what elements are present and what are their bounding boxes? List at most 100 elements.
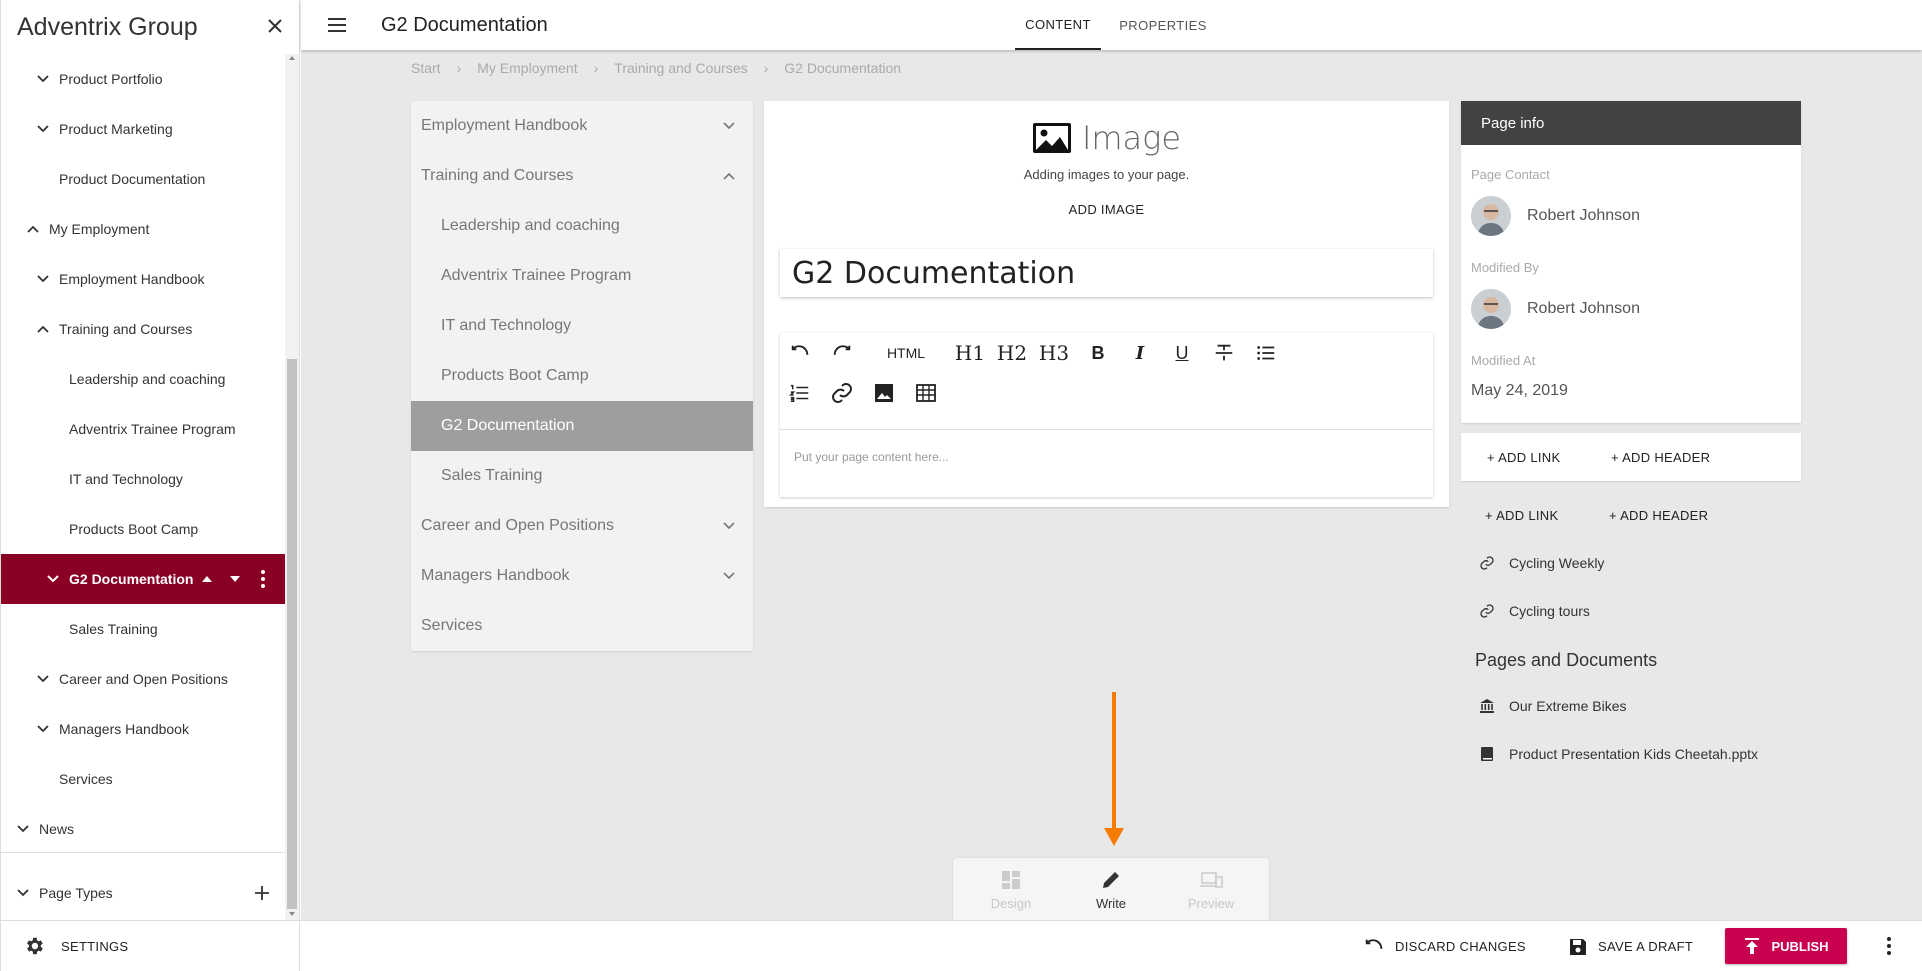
link-item-cycling-weekly[interactable]: Cycling Weekly <box>1479 555 1604 571</box>
tree-item-managers-handbook[interactable]: Managers Handbook <box>1 704 285 754</box>
publish-button[interactable]: PUBLISH <box>1725 928 1847 964</box>
strikethrough-button[interactable] <box>1204 333 1244 373</box>
scroll-down-icon[interactable] <box>288 910 296 918</box>
tree-item-training-and-courses[interactable]: Training and Courses <box>1 304 285 354</box>
tree-item-leadership[interactable]: Leadership and coaching <box>1 354 285 404</box>
nav-item-it-technology[interactable]: IT and Technology <box>411 301 753 351</box>
table-button[interactable] <box>906 373 946 413</box>
scrollbar-thumb[interactable] <box>287 359 297 909</box>
scroll-up-icon[interactable] <box>288 54 296 62</box>
chevron-up-icon[interactable] <box>25 221 41 237</box>
link-icon <box>832 383 852 403</box>
add-image-button[interactable]: ADD IMAGE <box>764 202 1449 217</box>
insert-image-button[interactable] <box>864 373 904 413</box>
tab-content[interactable]: CONTENT <box>1015 0 1101 50</box>
add-link-button[interactable]: + ADD LINK <box>1485 508 1558 523</box>
discard-changes-button[interactable]: DISCARD CHANGES <box>1363 921 1526 971</box>
breadcrumb-item[interactable]: My Employment <box>477 60 577 76</box>
link-button[interactable] <box>822 373 862 413</box>
breadcrumb-item[interactable]: G2 Documentation <box>784 60 901 76</box>
tree-item-news[interactable]: News <box>1 804 285 844</box>
chevron-down-icon[interactable] <box>45 571 61 587</box>
chevron-up-icon[interactable] <box>35 321 51 337</box>
chevron-down-icon[interactable] <box>35 671 51 687</box>
nav-item-boot-camp[interactable]: Products Boot Camp <box>411 351 753 401</box>
breadcrumb-separator: › <box>456 60 462 76</box>
tree-item-my-employment[interactable]: My Employment <box>1 204 285 254</box>
tree-item-sales-training[interactable]: Sales Training <box>1 604 285 654</box>
nav-item-employment-handbook[interactable]: Employment Handbook <box>411 101 753 151</box>
mode-preview[interactable]: Preview <box>1171 868 1251 911</box>
chevron-down-icon[interactable] <box>721 568 737 584</box>
link-item-cycling-tours[interactable]: Cycling tours <box>1479 603 1590 619</box>
h1-button[interactable]: H1 <box>950 333 990 373</box>
breadcrumb-item[interactable]: Training and Courses <box>614 60 747 76</box>
chevron-down-icon[interactable] <box>35 121 51 137</box>
italic-button[interactable]: I <box>1120 333 1160 373</box>
bullet-list-button[interactable] <box>1246 333 1286 373</box>
close-icon[interactable] <box>263 14 287 38</box>
tree-item-product-documentation[interactable]: Product Documentation <box>1 154 285 204</box>
nav-item-managers-handbook[interactable]: Managers Handbook <box>411 551 753 601</box>
chevron-down-icon[interactable] <box>35 721 51 737</box>
tree-item-boot-camp[interactable]: Products Boot Camp <box>1 504 285 554</box>
html-button[interactable]: HTML <box>876 333 936 373</box>
nav-item-leadership[interactable]: Leadership and coaching <box>411 201 753 251</box>
nav-item-training-and-courses[interactable]: Training and Courses <box>411 151 753 201</box>
h2-button[interactable]: H2 <box>992 333 1032 373</box>
tree-item-g2-documentation[interactable]: G2 Documentation <box>1 554 285 604</box>
nav-item-g2-documentation[interactable]: G2 Documentation <box>411 401 753 451</box>
sidebar-scrollbar[interactable] <box>285 54 299 920</box>
more-vert-icon[interactable] <box>255 569 271 589</box>
menu-icon[interactable] <box>325 13 349 37</box>
bold-button[interactable]: B <box>1078 333 1118 373</box>
nav-item-sales-training[interactable]: Sales Training <box>411 451 753 501</box>
tree-item-employment-handbook[interactable]: Employment Handbook <box>1 254 285 304</box>
tab-properties[interactable]: PROPERTIES <box>1113 0 1213 50</box>
add-link-button[interactable]: + ADD LINK <box>1487 450 1560 465</box>
settings-button[interactable]: SETTINGS <box>1 920 301 971</box>
nav-item-trainee-program[interactable]: Adventrix Trainee Program <box>411 251 753 301</box>
page-types-row[interactable]: Page Types <box>1 868 285 918</box>
section-navigation: Employment Handbook Training and Courses… <box>411 101 753 651</box>
mode-design[interactable]: Design <box>971 868 1051 911</box>
tree-item-services[interactable]: Services <box>1 754 285 804</box>
more-vert-icon[interactable] <box>1881 936 1897 956</box>
tree-item-trainee-program[interactable]: Adventrix Trainee Program <box>1 404 285 454</box>
add-icon[interactable] <box>253 884 271 902</box>
move-down-icon[interactable] <box>227 571 243 587</box>
document-item-presentation[interactable]: Product Presentation Kids Cheetah.pptx <box>1479 746 1758 762</box>
underline-button[interactable]: U <box>1162 333 1202 373</box>
h3-button[interactable]: H3 <box>1034 333 1074 373</box>
chevron-down-icon[interactable] <box>35 71 51 87</box>
modified-by[interactable]: Robert Johnson <box>1471 289 1640 329</box>
content-area[interactable]: Put your page content here... <box>780 430 1433 497</box>
move-up-icon[interactable] <box>199 571 215 587</box>
tree-item-product-portfolio[interactable]: Product Portfolio <box>1 54 285 104</box>
modified-at-label: Modified At <box>1471 353 1536 368</box>
chevron-down-icon[interactable] <box>15 821 31 837</box>
page-item-our-extreme-bikes[interactable]: Our Extreme Bikes <box>1479 698 1626 714</box>
image-block-header: Image <box>764 119 1449 157</box>
nav-item-services[interactable]: Services <box>411 601 753 651</box>
page-title-input[interactable] <box>780 249 1433 297</box>
tree-item-career[interactable]: Career and Open Positions <box>1 654 285 704</box>
page-contact[interactable]: Robert Johnson <box>1471 196 1640 236</box>
chevron-down-icon[interactable] <box>15 885 31 901</box>
save-draft-button[interactable]: SAVE A DRAFT <box>1568 921 1693 971</box>
tree-item-it-technology[interactable]: IT and Technology <box>1 454 285 504</box>
mode-write[interactable]: Write <box>1071 868 1151 911</box>
document-item-label: Product Presentation Kids Cheetah.pptx <box>1509 746 1759 762</box>
undo-button[interactable] <box>780 333 820 373</box>
nav-item-career[interactable]: Career and Open Positions <box>411 501 753 551</box>
chevron-up-icon[interactable] <box>721 168 737 184</box>
chevron-down-icon[interactable] <box>35 271 51 287</box>
add-header-button[interactable]: + ADD HEADER <box>1611 450 1710 465</box>
breadcrumb-item[interactable]: Start <box>411 60 441 76</box>
tree-item-product-marketing[interactable]: Product Marketing <box>1 104 285 154</box>
redo-button[interactable] <box>822 333 862 373</box>
chevron-down-icon[interactable] <box>721 518 737 534</box>
chevron-down-icon[interactable] <box>721 118 737 134</box>
add-header-button[interactable]: + ADD HEADER <box>1609 508 1708 523</box>
numbered-list-button[interactable] <box>780 373 820 413</box>
